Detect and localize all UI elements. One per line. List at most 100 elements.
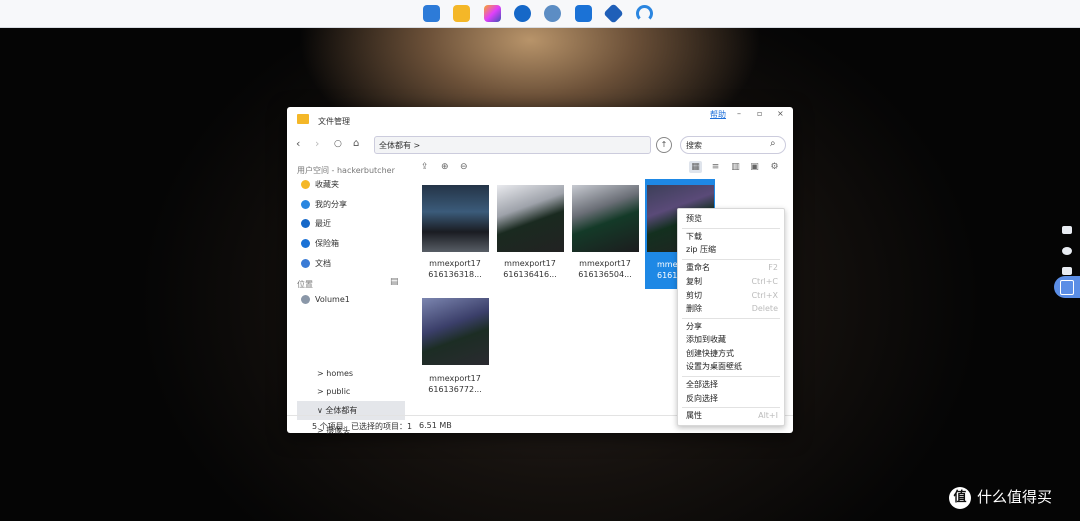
watermark: 值什么值得买	[949, 486, 1052, 509]
file-item[interactable]: mmexport17 616136504...	[570, 184, 640, 286]
safe-box-icon	[301, 239, 310, 248]
more-actions-icon[interactable]: ⊖	[460, 162, 468, 172]
settings-icon[interactable]	[544, 5, 561, 22]
back-button[interactable]: ‹	[296, 138, 300, 150]
control-panel-icon[interactable]	[423, 5, 440, 22]
menu-item-label: 分享	[686, 322, 702, 331]
menu-item-set-wallpaper[interactable]: 设置为桌面壁纸	[686, 361, 778, 373]
sidebar-item-recent[interactable]: 最近	[301, 217, 331, 231]
menu-item-preview[interactable]: 预览	[686, 213, 778, 225]
menu-item-create-shortcut[interactable]: 创建快捷方式	[686, 348, 778, 360]
minimize-button[interactable]: –	[737, 109, 741, 118]
disk-icon	[301, 295, 310, 304]
sidebar-item-label: 文档	[315, 259, 331, 268]
menu-item-label: 重命名	[686, 263, 710, 272]
path-bar[interactable]: 全体都有 >	[374, 136, 651, 154]
folder-icon	[297, 114, 309, 124]
menu-item-rename[interactable]: 重命名 F2	[686, 262, 778, 274]
support-icon[interactable]	[636, 5, 653, 22]
chat-icon[interactable]	[1062, 247, 1072, 255]
menu-item-shortcut: Delete	[751, 304, 778, 313]
grid-view-icon[interactable]: ▦	[689, 161, 702, 173]
file-name: mmexport17	[579, 259, 631, 268]
notification-icon[interactable]	[1062, 267, 1072, 275]
upload-icon[interactable]: ⇪	[421, 162, 429, 172]
parent-folder-button[interactable]: ↑	[656, 137, 672, 153]
image-thumbnail[interactable]	[572, 185, 639, 252]
menu-item-invert-selection[interactable]: 反向选择	[686, 393, 778, 405]
sidebar-item-label: 最近	[315, 219, 331, 228]
sidebar-item-documents[interactable]: 文档	[301, 257, 331, 271]
location-manage-icon[interactable]: ▤	[390, 277, 399, 287]
image-thumbnail[interactable]	[497, 185, 564, 252]
taskbar	[0, 0, 1080, 28]
star-icon	[301, 180, 310, 189]
list-view-icon[interactable]: ≡	[709, 161, 722, 173]
monitor-icon[interactable]	[1062, 226, 1072, 234]
sidebar-item-volume1[interactable]: Volume1	[301, 293, 350, 307]
volume-label: Volume1	[315, 295, 350, 304]
recent-icon	[301, 219, 310, 228]
tree-item-label: public	[326, 387, 351, 396]
view-settings-icon[interactable]: ⚙	[768, 161, 781, 173]
file-name-line2: 616136504...	[578, 270, 632, 279]
menu-item-label: 添加到收藏	[686, 335, 726, 344]
forward-button[interactable]: ›	[315, 138, 319, 150]
image-thumbnail[interactable]	[422, 185, 489, 252]
home-button[interactable]: ⌂	[353, 138, 359, 150]
photos-icon[interactable]	[484, 5, 501, 22]
image-thumbnail[interactable]	[422, 298, 489, 365]
sidebar-item-my-share[interactable]: 我的分享	[301, 198, 347, 212]
sidebar-item-favorites[interactable]: 收藏夹	[301, 178, 339, 192]
watermark-text: 什么值得买	[977, 488, 1053, 506]
chevron-right-icon[interactable]: >	[317, 387, 324, 396]
package-icon[interactable]	[603, 3, 624, 24]
sidebar-item-label: 我的分享	[315, 200, 347, 209]
menu-item-label: 下载	[686, 232, 702, 241]
user-panel-button[interactable]	[1054, 276, 1080, 298]
sidebar: 用户空间 - hackerbutcher 收藏夹 我的分享 最近 保险箱 文档 …	[287, 159, 412, 435]
share-icon	[301, 200, 310, 209]
menu-item-add-to-favorites[interactable]: 添加到收藏	[686, 334, 778, 346]
menu-separator	[682, 407, 780, 408]
tree-item-label: homes	[326, 369, 354, 378]
chevron-down-icon[interactable]: ∨	[317, 406, 323, 415]
menu-item-download[interactable]: 下载	[686, 231, 778, 243]
file-manager-icon[interactable]	[453, 5, 470, 22]
window-title: 文件管理	[318, 117, 350, 126]
menu-item-delete[interactable]: 删除 Delete	[686, 303, 778, 315]
chevron-right-icon[interactable]: >	[317, 369, 324, 378]
menu-item-share[interactable]: 分享	[686, 321, 778, 333]
selected-size: 6.51 MB	[419, 421, 452, 430]
tree-item-public[interactable]: > public	[317, 387, 350, 396]
close-button[interactable]: ×	[777, 109, 784, 118]
file-item[interactable]: mmexport17 616136416...	[495, 184, 565, 286]
search-input[interactable]: 搜索 ⌕	[680, 136, 786, 154]
breadcrumb[interactable]: 全体都有 >	[379, 140, 420, 151]
menu-item-properties[interactable]: 属性 Alt+I	[686, 410, 778, 422]
clock-icon[interactable]	[514, 5, 531, 22]
menu-item-shortcut: Ctrl+C	[751, 277, 778, 286]
help-link[interactable]: 帮助	[710, 109, 726, 120]
menu-item-label: 剪切	[686, 291, 702, 300]
search-icon[interactable]: ⌕	[770, 138, 776, 149]
new-folder-icon[interactable]: ⊕	[441, 162, 449, 172]
menu-item-shortcut: F2	[768, 263, 778, 272]
menu-item-copy[interactable]: 复制 Ctrl+C	[686, 276, 778, 288]
sidebar-item-label: 保险箱	[315, 239, 339, 248]
column-view-icon[interactable]: ▥	[729, 161, 742, 173]
preview-pane-icon[interactable]: ▣	[748, 161, 761, 173]
location-label: 位置	[297, 280, 313, 289]
menu-item-select-all[interactable]: 全部选择	[686, 379, 778, 391]
mail-icon[interactable]	[575, 5, 592, 22]
sidebar-item-safe-box[interactable]: 保险箱	[301, 237, 339, 251]
menu-separator	[682, 318, 780, 319]
refresh-button[interactable]: ○	[334, 138, 342, 150]
menu-item-zip[interactable]: zip 压缩	[686, 244, 778, 256]
file-item[interactable]: mmexport17 616136318...	[420, 184, 490, 286]
file-item[interactable]: mmexport17 616136772...	[420, 297, 490, 399]
maximize-button[interactable]: ▫	[757, 109, 762, 118]
search-placeholder: 搜索	[686, 141, 702, 150]
tree-item-homes[interactable]: > homes	[317, 369, 353, 378]
menu-item-cut[interactable]: 剪切 Ctrl+X	[686, 290, 778, 302]
